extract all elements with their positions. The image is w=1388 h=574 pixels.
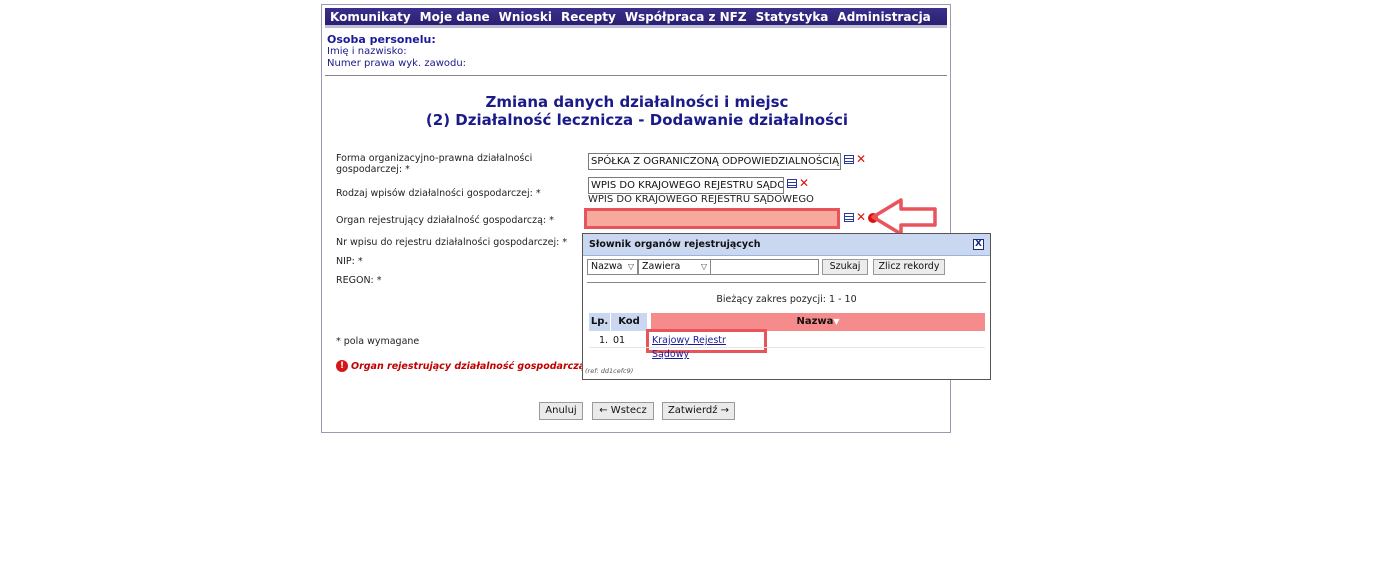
popup-divider	[587, 282, 986, 283]
popup-title: Słownik organów rejestrujących	[589, 239, 761, 250]
chevron-down-icon: ▽	[627, 262, 634, 271]
col-header-lp[interactable]: Lp.	[589, 313, 610, 331]
dictionary-icon[interactable]	[787, 179, 797, 188]
menu-recepty[interactable]: Recepty	[561, 10, 616, 24]
back-button[interactable]: ← Wstecz	[592, 402, 654, 420]
regon-label: REGON: *	[336, 275, 382, 286]
close-icon[interactable]: X	[973, 239, 984, 250]
organ-field[interactable]	[584, 208, 840, 229]
menu-statystyka[interactable]: Statystyka	[756, 10, 829, 24]
person-name-label: Imię i nazwisko:	[327, 46, 407, 57]
error-text: Organ rejestrujący działalność gospodarc…	[351, 360, 608, 372]
person-license-label: Numer prawa wyk. zawodu:	[327, 58, 467, 69]
row-kod: 01	[613, 335, 626, 346]
row-lp: 1.	[599, 335, 609, 346]
annotation-arrow-icon	[871, 198, 937, 236]
count-records-button[interactable]: Zlicz rekordy	[873, 259, 945, 275]
operator-select-value: Zawiera	[642, 261, 681, 272]
forma-label: Forma organizacyjno-prawna działalności …	[336, 153, 533, 175]
required-note: * pola wymagane	[336, 336, 420, 347]
chevron-down-icon: ▽	[700, 262, 707, 271]
popup-header: Słownik organów rejestrujących X	[583, 234, 990, 256]
field-select[interactable]: Nazwa ▽	[587, 259, 638, 275]
clear-icon[interactable]: ✕	[799, 177, 809, 189]
menu-wspolpraca-nfz[interactable]: Współpraca z NFZ	[625, 10, 747, 24]
top-menu: Komunikaty Moje dane Wnioski Recepty Wsp…	[325, 8, 1002, 28]
cancel-button[interactable]: Anuluj	[539, 402, 583, 420]
rodzaj-subtext: WPIS DO KRAJOWEGO REJESTRU SĄDOWEGO	[588, 194, 814, 205]
rodzaj-label: Rodzaj wpisów działalności gospodarczej:…	[336, 188, 541, 199]
nip-label: NIP: *	[336, 256, 363, 267]
clear-icon[interactable]: ✕	[856, 211, 866, 223]
error-icon: !	[336, 360, 348, 372]
dictionary-popup: Słownik organów rejestrujących X Nazwa ▽…	[582, 233, 991, 380]
row-divider	[589, 347, 985, 348]
page-title: Zmiana danych działalności i miejsc (2) …	[322, 93, 952, 129]
clear-icon[interactable]: ✕	[856, 153, 866, 165]
organ-label: Organ rejestrujący działalność gospodarc…	[336, 215, 554, 226]
field-select-value: Nazwa	[591, 261, 623, 272]
menu-wnioski[interactable]: Wnioski	[499, 10, 552, 24]
search-button[interactable]: Szukaj	[822, 259, 868, 275]
dictionary-icon[interactable]	[844, 213, 854, 222]
rodzaj-field[interactable]: WPIS DO KRAJOWEGO REJESTRU SĄDOWEGO	[588, 177, 784, 194]
col-header-nazwa-label: Nazwa	[796, 316, 834, 327]
sort-desc-icon: ▼	[833, 317, 840, 326]
forma-field[interactable]: SPÓŁKA Z OGRANICZONĄ ODPOWIEDZIALNOŚCIĄ	[588, 153, 841, 170]
menu-administracja[interactable]: Administracja	[837, 10, 930, 24]
search-input[interactable]	[710, 259, 819, 275]
operator-select[interactable]: Zawiera ▽	[638, 259, 711, 275]
range-info: Bieżący zakres pozycji: 1 - 10	[716, 294, 857, 305]
menu-komunikaty[interactable]: Komunikaty	[330, 10, 411, 24]
dictionary-icon[interactable]	[844, 155, 854, 164]
confirm-button[interactable]: Zatwierdź →	[662, 402, 735, 420]
ref-code: (ref: dd1cefc9)	[585, 367, 634, 375]
menu-system[interactable]: System	[952, 10, 1002, 24]
menu-moje-dane[interactable]: Moje dane	[420, 10, 490, 24]
divider	[325, 75, 947, 76]
col-header-kod[interactable]: Kod	[611, 313, 647, 331]
page-title-line2: (2) Działalność lecznicza - Dodawanie dz…	[425, 111, 849, 129]
nr-wpisu-label: Nr wpisu do rejestru działalności gospod…	[336, 237, 568, 248]
page-title-line1: Zmiana danych działalności i miejsc	[485, 93, 789, 111]
error-message: ! Organ rejestrujący działalność gospoda…	[336, 360, 608, 372]
row-nazwa-highlight: Krajowy Rejestr Sądowy	[646, 329, 767, 360]
person-title: Osoba personelu:	[327, 33, 436, 46]
person-info: Osoba personelu: Imię i nazwisko: Numer …	[327, 34, 466, 70]
